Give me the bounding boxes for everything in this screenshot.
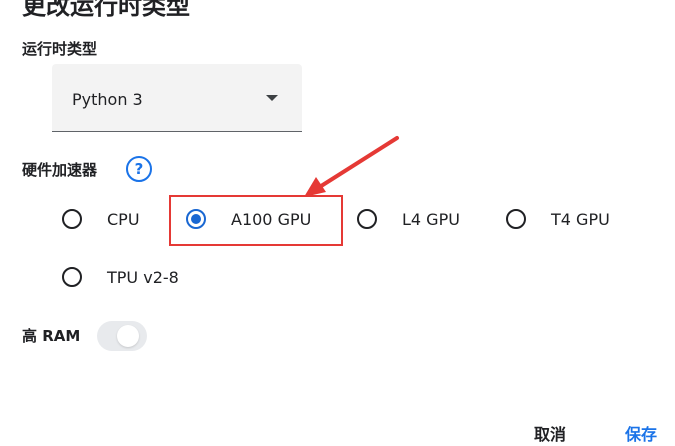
change-runtime-dialog: 更改运行时类型 运行时类型 Python 3 硬件加速器 ? CPU A100 …	[0, 0, 675, 446]
radio-tpu-v2-8[interactable]: TPU v2-8	[62, 265, 179, 289]
radio-l4-gpu[interactable]: L4 GPU	[357, 207, 460, 231]
radio-label: T4 GPU	[551, 209, 610, 229]
radio-label: L4 GPU	[402, 209, 460, 229]
radio-t4-gpu[interactable]: T4 GPU	[506, 207, 610, 231]
runtime-type-label: 运行时类型	[22, 40, 98, 58]
radio-button-unchecked-icon	[506, 209, 526, 229]
runtime-type-select[interactable]: Python 3	[52, 64, 302, 132]
radio-label: CPU	[107, 209, 140, 229]
high-ram-toggle[interactable]	[97, 320, 147, 352]
radio-button-unchecked-icon	[62, 209, 82, 229]
hardware-accelerator-label: 硬件加速器	[22, 161, 98, 179]
radio-button-unchecked-icon	[357, 209, 377, 229]
annotation-arrow-icon	[304, 136, 399, 197]
dropdown-caret-icon	[266, 95, 278, 101]
runtime-type-value: Python 3	[72, 90, 143, 109]
cancel-button[interactable]: 取消	[534, 421, 566, 445]
radio-cpu[interactable]: CPU	[62, 207, 140, 231]
high-ram-label: 高 RAM	[22, 327, 81, 345]
radio-button-unchecked-icon	[62, 267, 82, 287]
save-button[interactable]: 保存	[625, 421, 657, 445]
toggle-thumb	[117, 325, 139, 347]
help-icon[interactable]: ?	[126, 156, 152, 182]
radio-label: TPU v2-8	[107, 267, 179, 287]
dialog-title: 更改运行时类型	[22, 0, 190, 20]
